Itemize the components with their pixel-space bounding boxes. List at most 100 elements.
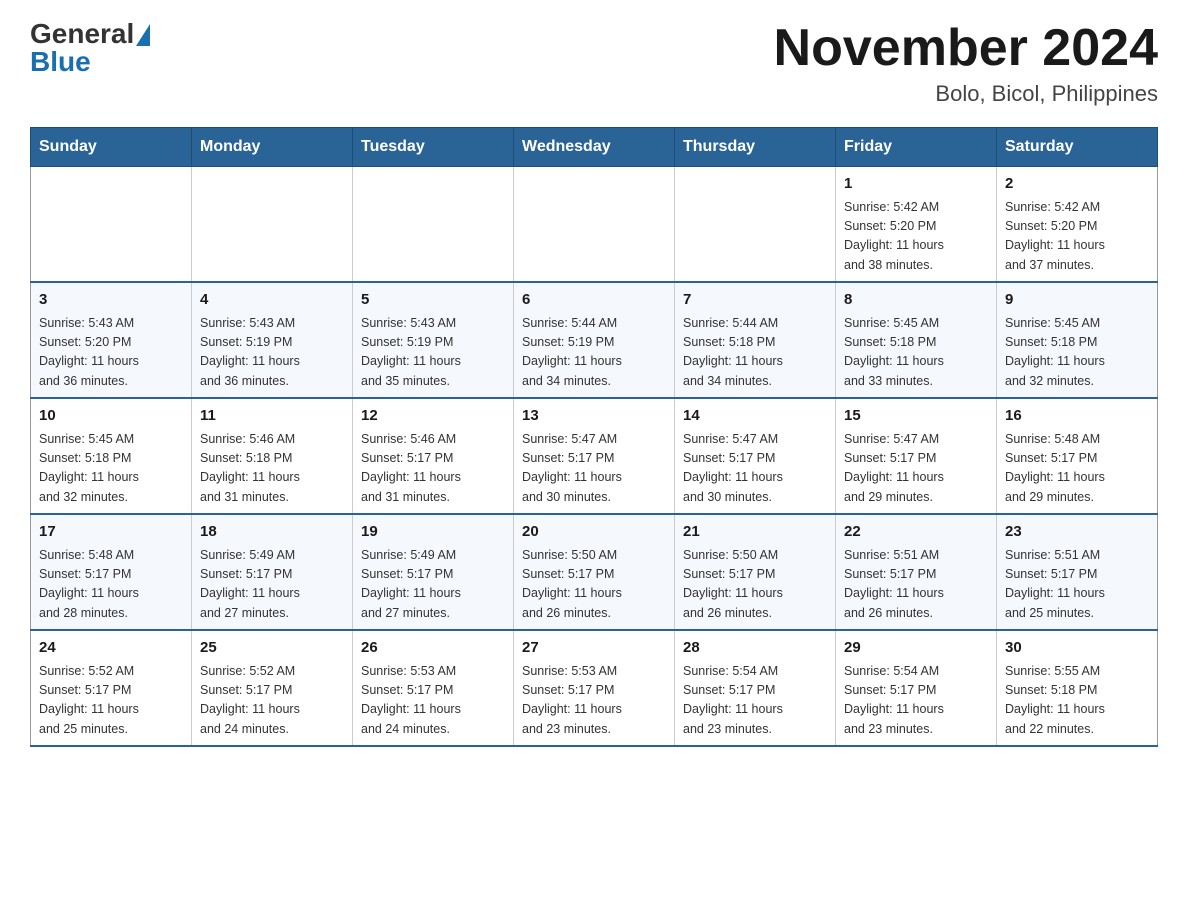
day-info: Sunrise: 5:43 AMSunset: 5:19 PMDaylight:… (361, 314, 505, 392)
calendar-cell: 11Sunrise: 5:46 AMSunset: 5:18 PMDayligh… (192, 398, 353, 514)
day-info: Sunrise: 5:55 AMSunset: 5:18 PMDaylight:… (1005, 662, 1149, 740)
calendar-day-header: Saturday (997, 128, 1158, 167)
day-number: 16 (1005, 405, 1149, 428)
day-info: Sunrise: 5:54 AMSunset: 5:17 PMDaylight:… (683, 662, 827, 740)
day-number: 3 (39, 289, 183, 312)
calendar-cell: 19Sunrise: 5:49 AMSunset: 5:17 PMDayligh… (353, 514, 514, 630)
calendar-day-header: Wednesday (514, 128, 675, 167)
day-info: Sunrise: 5:46 AMSunset: 5:17 PMDaylight:… (361, 430, 505, 508)
day-number: 15 (844, 405, 988, 428)
day-info: Sunrise: 5:50 AMSunset: 5:17 PMDaylight:… (683, 546, 827, 624)
day-info: Sunrise: 5:53 AMSunset: 5:17 PMDaylight:… (522, 662, 666, 740)
day-number: 21 (683, 521, 827, 544)
calendar-cell: 23Sunrise: 5:51 AMSunset: 5:17 PMDayligh… (997, 514, 1158, 630)
day-number: 29 (844, 637, 988, 660)
day-number: 20 (522, 521, 666, 544)
day-number: 10 (39, 405, 183, 428)
day-info: Sunrise: 5:47 AMSunset: 5:17 PMDaylight:… (683, 430, 827, 508)
calendar-cell: 24Sunrise: 5:52 AMSunset: 5:17 PMDayligh… (31, 630, 192, 746)
day-info: Sunrise: 5:46 AMSunset: 5:18 PMDaylight:… (200, 430, 344, 508)
calendar-cell: 17Sunrise: 5:48 AMSunset: 5:17 PMDayligh… (31, 514, 192, 630)
page-header: General Blue November 2024 Bolo, Bicol, … (30, 20, 1158, 107)
day-info: Sunrise: 5:50 AMSunset: 5:17 PMDaylight:… (522, 546, 666, 624)
day-info: Sunrise: 5:52 AMSunset: 5:17 PMDaylight:… (39, 662, 183, 740)
day-number: 27 (522, 637, 666, 660)
day-info: Sunrise: 5:45 AMSunset: 5:18 PMDaylight:… (39, 430, 183, 508)
day-info: Sunrise: 5:47 AMSunset: 5:17 PMDaylight:… (522, 430, 666, 508)
day-number: 18 (200, 521, 344, 544)
day-info: Sunrise: 5:52 AMSunset: 5:17 PMDaylight:… (200, 662, 344, 740)
calendar-cell: 20Sunrise: 5:50 AMSunset: 5:17 PMDayligh… (514, 514, 675, 630)
calendar-week-row: 1 Sunrise: 5:42 AMSunset: 5:20 PMDaylight… (31, 167, 1158, 283)
calendar-cell: 29Sunrise: 5:54 AMSunset: 5:17 PMDayligh… (836, 630, 997, 746)
day-number: 25 (200, 637, 344, 660)
day-number: 28 (683, 637, 827, 660)
day-info: Sunrise: 5:47 AMSunset: 5:17 PMDaylight:… (844, 430, 988, 508)
logo: General Blue (30, 20, 150, 76)
logo-triangle-icon (136, 24, 150, 46)
calendar-cell (192, 167, 353, 283)
day-number: 30 (1005, 637, 1149, 660)
calendar-cell: 5Sunrise: 5:43 AMSunset: 5:19 PMDaylight… (353, 282, 514, 398)
day-info: Sunrise: 5:43 AMSunset: 5:20 PMDaylight:… (39, 314, 183, 392)
day-number: 19 (361, 521, 505, 544)
calendar-cell (514, 167, 675, 283)
calendar-day-header: Friday (836, 128, 997, 167)
calendar-cell: 21Sunrise: 5:50 AMSunset: 5:17 PMDayligh… (675, 514, 836, 630)
calendar-header-row: SundayMondayTuesdayWednesdayThursdayFrid… (31, 128, 1158, 167)
day-number: 24 (39, 637, 183, 660)
day-info: Sunrise: 5:51 AMSunset: 5:17 PMDaylight:… (1005, 546, 1149, 624)
day-number: 1 (844, 173, 988, 196)
calendar-cell: 22Sunrise: 5:51 AMSunset: 5:17 PMDayligh… (836, 514, 997, 630)
calendar-cell: 18Sunrise: 5:49 AMSunset: 5:17 PMDayligh… (192, 514, 353, 630)
calendar-day-header: Tuesday (353, 128, 514, 167)
calendar-cell: 28Sunrise: 5:54 AMSunset: 5:17 PMDayligh… (675, 630, 836, 746)
day-number: 14 (683, 405, 827, 428)
day-number: 13 (522, 405, 666, 428)
calendar-cell: 6Sunrise: 5:44 AMSunset: 5:19 PMDaylight… (514, 282, 675, 398)
calendar-cell (31, 167, 192, 283)
title-block: November 2024 Bolo, Bicol, Philippines (774, 20, 1158, 107)
calendar-cell: 26Sunrise: 5:53 AMSunset: 5:17 PMDayligh… (353, 630, 514, 746)
day-number: 26 (361, 637, 505, 660)
calendar-cell: 9Sunrise: 5:45 AMSunset: 5:18 PMDaylight… (997, 282, 1158, 398)
day-info: Sunrise: 5:53 AMSunset: 5:17 PMDaylight:… (361, 662, 505, 740)
day-info: Sunrise: 5:44 AMSunset: 5:19 PMDaylight:… (522, 314, 666, 392)
day-number: 7 (683, 289, 827, 312)
calendar-cell: 13Sunrise: 5:47 AMSunset: 5:17 PMDayligh… (514, 398, 675, 514)
calendar-week-row: 3Sunrise: 5:43 AMSunset: 5:20 PMDaylight… (31, 282, 1158, 398)
day-info: Sunrise: 5:42 AMSunset: 5:20 PMDaylight:… (1005, 198, 1149, 276)
day-info: Sunrise: 5:45 AMSunset: 5:18 PMDaylight:… (1005, 314, 1149, 392)
day-info: Sunrise: 5:48 AMSunset: 5:17 PMDaylight:… (39, 546, 183, 624)
calendar-table: SundayMondayTuesdayWednesdayThursdayFrid… (30, 127, 1158, 747)
calendar-day-header: Thursday (675, 128, 836, 167)
day-info: Sunrise: 5:51 AMSunset: 5:17 PMDaylight:… (844, 546, 988, 624)
day-info: Sunrise: 5:49 AMSunset: 5:17 PMDaylight:… (361, 546, 505, 624)
month-year-title: November 2024 (774, 20, 1158, 77)
calendar-cell: 3Sunrise: 5:43 AMSunset: 5:20 PMDaylight… (31, 282, 192, 398)
day-number: 9 (1005, 289, 1149, 312)
day-number: 17 (39, 521, 183, 544)
calendar-cell: 10Sunrise: 5:45 AMSunset: 5:18 PMDayligh… (31, 398, 192, 514)
day-number: 23 (1005, 521, 1149, 544)
day-number: 5 (361, 289, 505, 312)
day-number: 4 (200, 289, 344, 312)
calendar-day-header: Monday (192, 128, 353, 167)
logo-general-text: General (30, 20, 134, 48)
day-info: Sunrise: 5:49 AMSunset: 5:17 PMDaylight:… (200, 546, 344, 624)
day-info: Sunrise: 5:44 AMSunset: 5:18 PMDaylight:… (683, 314, 827, 392)
calendar-cell: 4Sunrise: 5:43 AMSunset: 5:19 PMDaylight… (192, 282, 353, 398)
calendar-cell: 30Sunrise: 5:55 AMSunset: 5:18 PMDayligh… (997, 630, 1158, 746)
calendar-cell: 16Sunrise: 5:48 AMSunset: 5:17 PMDayligh… (997, 398, 1158, 514)
day-info: Sunrise: 5:54 AMSunset: 5:17 PMDaylight:… (844, 662, 988, 740)
calendar-week-row: 24Sunrise: 5:52 AMSunset: 5:17 PMDayligh… (31, 630, 1158, 746)
day-number: 22 (844, 521, 988, 544)
calendar-cell (675, 167, 836, 283)
day-number: 6 (522, 289, 666, 312)
calendar-cell: 1Sunrise: 5:42 AMSunset: 5:20 PMDaylight… (836, 167, 997, 283)
calendar-cell: 7Sunrise: 5:44 AMSunset: 5:18 PMDaylight… (675, 282, 836, 398)
day-number: 11 (200, 405, 344, 428)
calendar-week-row: 17Sunrise: 5:48 AMSunset: 5:17 PMDayligh… (31, 514, 1158, 630)
calendar-cell: 2Sunrise: 5:42 AMSunset: 5:20 PMDaylight… (997, 167, 1158, 283)
day-number: 8 (844, 289, 988, 312)
